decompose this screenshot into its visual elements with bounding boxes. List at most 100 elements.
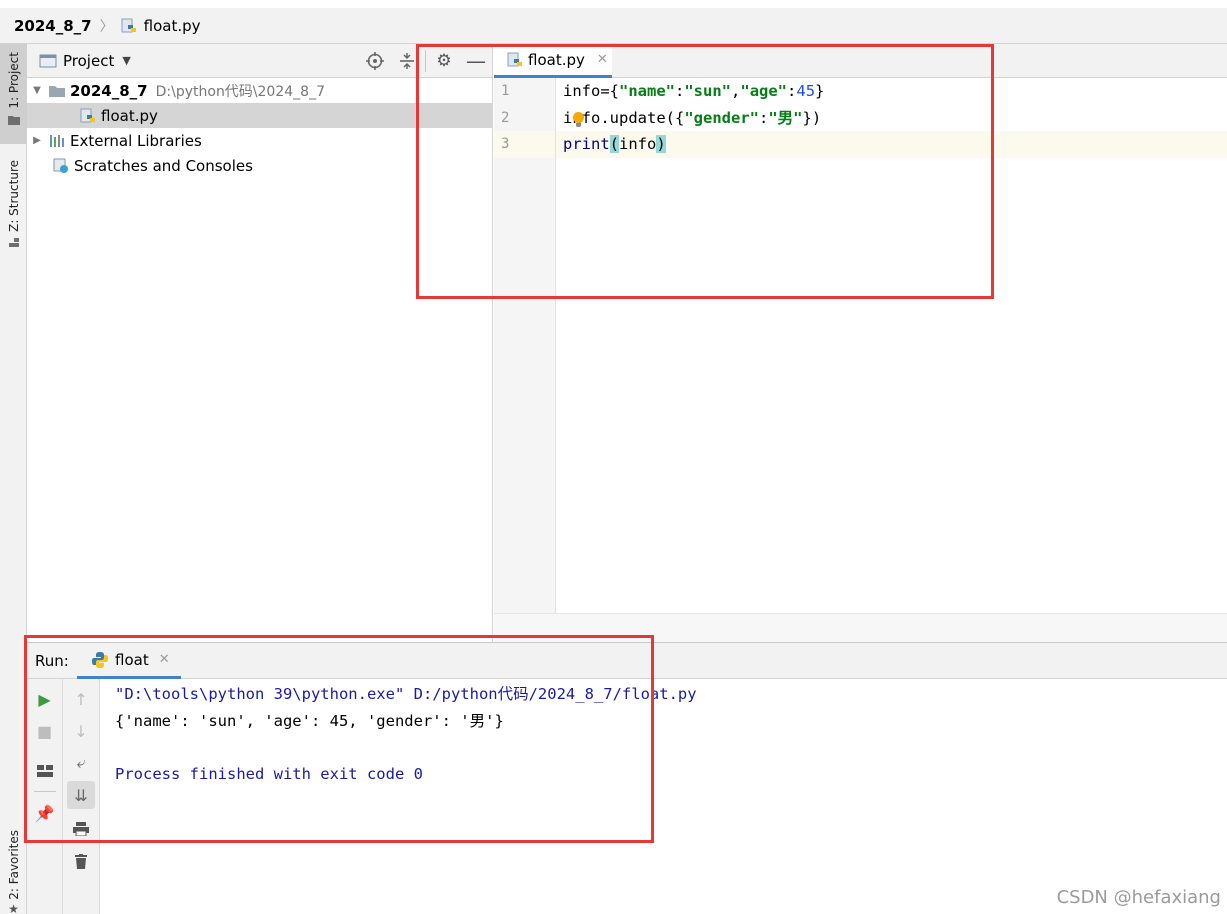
favorites-tool-tab-label: 2: Favorites — [6, 830, 21, 900]
console-exit-line: Process finished with exit code 0 — [115, 764, 423, 783]
locate-file-icon[interactable] — [359, 44, 391, 78]
code-string: "gender" — [684, 108, 759, 127]
breadcrumb-separator: 〉 — [99, 18, 114, 35]
run-toolbar-primary: ▶ ■ 📌 — [27, 679, 63, 914]
structure-tool-tab-label: Z: Structure — [6, 160, 21, 232]
tree-item-project-root[interactable]: ▼ 2024_8_7 D:\python代码\2024_8_7 — [27, 78, 492, 103]
code-line-current: print(info) — [556, 131, 1227, 158]
console-output-line: {'name': 'sun', 'age': 45, 'gender': '男'… — [115, 711, 504, 730]
code-line: info={"name":"sun","age":45} — [556, 78, 1227, 105]
line-number: 3 — [494, 131, 555, 158]
python-file-icon — [507, 52, 522, 66]
code-string: "sun" — [684, 82, 732, 100]
star-icon: ★ — [8, 901, 19, 914]
project-view-icon — [39, 54, 57, 67]
code-token: : — [787, 82, 797, 100]
arrow-up-icon[interactable]: ↑ — [63, 685, 99, 713]
code-builtin: print — [563, 135, 610, 153]
horizontal-scrollbar[interactable] — [494, 613, 1227, 642]
left-tool-strip: 1: Project Z: Structure 2: Favorites ★ — [0, 44, 27, 914]
close-icon[interactable]: ✕ — [159, 652, 170, 667]
expand-arrow-icon[interactable]: ▼ — [30, 85, 44, 96]
tree-item-label: Scratches and Consoles — [74, 156, 253, 175]
run-panel-label: Run: — [35, 651, 69, 670]
close-icon[interactable]: ✕ — [597, 52, 608, 67]
toolbar-divider — [425, 50, 426, 72]
breadcrumb-file[interactable]: float.py — [120, 17, 201, 35]
tree-item-label: float.py — [101, 106, 158, 125]
code-token: : — [758, 108, 769, 127]
lightbulb-icon[interactable] — [573, 111, 584, 127]
project-panel-header: Project ▼ ⚙ — — [27, 44, 492, 78]
editor-tab-label: float.py — [528, 50, 585, 69]
line-number: 2 — [501, 109, 510, 126]
run-tab-float[interactable]: float ✕ — [77, 643, 181, 679]
code-token: } — [815, 82, 825, 100]
run-tab-label: float — [115, 650, 149, 669]
code-string: "name" — [619, 82, 675, 100]
expand-arrow-icon[interactable]: ▶ — [30, 135, 44, 146]
trash-icon[interactable] — [63, 847, 99, 875]
rerun-play-icon[interactable]: ▶ — [27, 685, 62, 713]
structure-icon — [8, 237, 19, 247]
code-string: "男" — [768, 108, 803, 127]
editor-tab-float-py[interactable]: float.py ✕ — [494, 44, 612, 78]
line-number: 1 — [501, 83, 510, 99]
structure-tool-tab[interactable]: Z: Structure — [0, 156, 27, 296]
navigation-bar: 2024_8_7 〉 float.py — [0, 0, 1227, 44]
project-tool-tab-label: 1: Project — [6, 52, 21, 109]
layout-icon[interactable] — [27, 757, 62, 785]
code-token: }) — [802, 108, 822, 127]
run-toolbar-secondary: ↑ ↓ ⤶ ⇊ — [63, 679, 100, 914]
code-string: "age" — [740, 82, 788, 100]
folder-icon — [7, 115, 20, 125]
paren-highlight: ) — [656, 135, 666, 153]
code-token: : — [675, 82, 685, 100]
console-command-line: "D:\tools\python 39\python.exe" D:/pytho… — [115, 685, 697, 703]
watermark: CSDN @hefaxiang — [1056, 887, 1221, 908]
paren-highlight: ( — [609, 135, 620, 153]
code-area[interactable]: info={"name":"sun","age":45} info.update… — [556, 78, 1227, 613]
code-editor: float.py ✕ 1 2 3 info={"name":"sun","age… — [494, 44, 1227, 642]
scroll-to-end-icon[interactable]: ⇊ — [67, 781, 95, 809]
run-panel-header: Run: float ✕ — [27, 643, 1227, 679]
project-panel-title[interactable]: Project — [63, 52, 114, 70]
code-number: 45 — [796, 82, 816, 100]
libraries-icon — [50, 134, 64, 147]
python-file-icon — [80, 108, 95, 122]
console-output[interactable]: "D:\tools\python 39\python.exe" D:/pytho… — [115, 679, 1215, 914]
scratches-icon — [53, 158, 68, 173]
hide-panel-icon[interactable]: — — [460, 44, 492, 78]
code-token: info — [619, 135, 657, 153]
python-file-icon — [121, 18, 136, 32]
editor-tab-bar: float.py ✕ — [494, 44, 1227, 78]
toolbar-divider — [34, 791, 56, 792]
chevron-down-icon[interactable]: ▼ — [122, 54, 130, 67]
code-token: , — [731, 82, 741, 100]
gear-icon[interactable]: ⚙ — [428, 44, 460, 78]
breadcrumb-project[interactable]: 2024_8_7 — [14, 17, 92, 35]
collapse-all-icon[interactable] — [391, 44, 423, 78]
tree-item-external-libraries[interactable]: ▶ External Libraries — [27, 128, 492, 153]
tree-item-label: External Libraries — [70, 131, 202, 150]
run-panel: Run: float ✕ ▶ ■ 📌 ↑ ↓ ⤶ ⇊ "D:\tools\pyt… — [27, 642, 1227, 914]
tree-item-label: 2024_8_7 — [70, 81, 148, 100]
project-panel: Project ▼ ⚙ — ▼ 2024_8_7 D:\python代码\202… — [27, 44, 493, 642]
code-token: info={ — [563, 82, 619, 100]
favorites-tool-tab[interactable]: 2: Favorites ★ — [0, 826, 27, 914]
code-line: info.update({"gender":"男"}) — [556, 105, 1227, 132]
tree-item-scratches[interactable]: Scratches and Consoles — [27, 153, 492, 178]
python-icon — [92, 651, 108, 668]
print-icon[interactable] — [63, 815, 99, 843]
tree-item-float-py[interactable]: float.py — [27, 103, 492, 128]
folder-icon — [49, 85, 65, 97]
project-tool-tab[interactable]: 1: Project — [0, 44, 27, 144]
tree-item-path: D:\python代码\2024_8_7 — [155, 83, 325, 100]
pin-icon[interactable]: 📌 — [27, 799, 62, 827]
breadcrumb-file-label: float.py — [143, 16, 201, 35]
soft-wrap-icon[interactable]: ⤶ — [63, 749, 99, 777]
line-number-gutter: 1 2 3 — [494, 78, 556, 613]
arrow-down-icon[interactable]: ↓ — [63, 717, 99, 745]
stop-icon[interactable]: ■ — [27, 717, 62, 745]
